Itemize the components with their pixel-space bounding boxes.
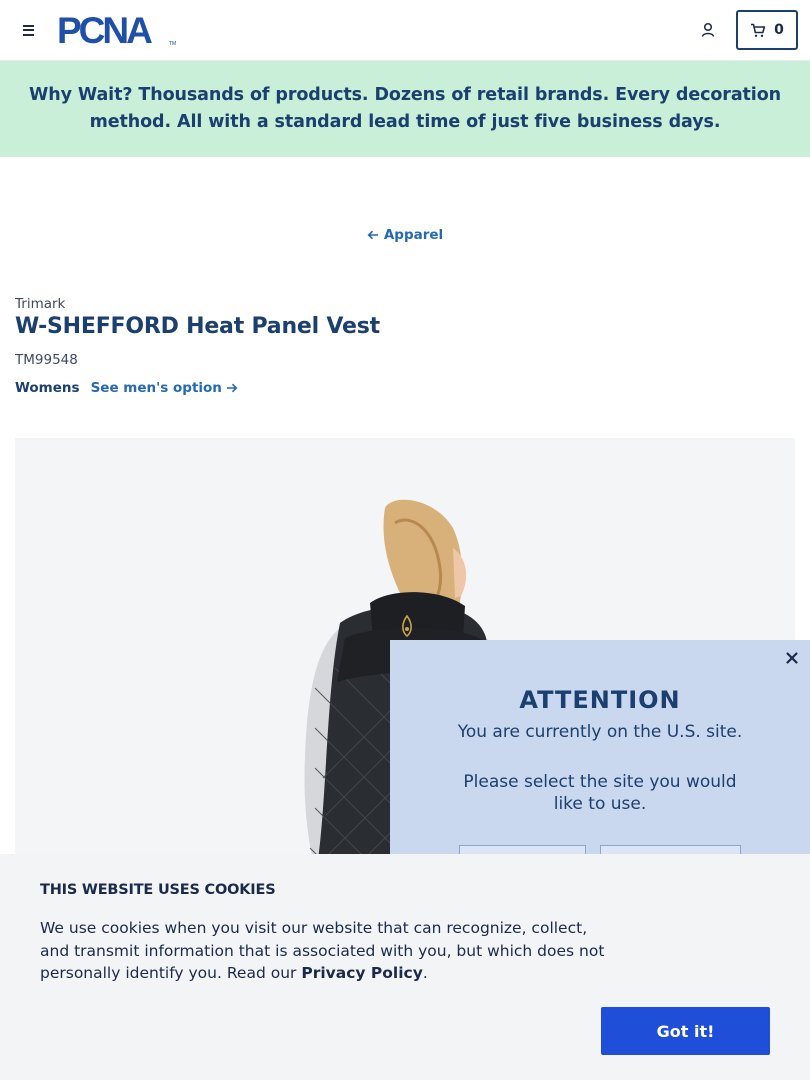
product-title: W-SHEFFORD Heat Panel Vest: [15, 314, 380, 339]
popup-title: ATTENTION: [519, 686, 681, 714]
product-sku: TM99548: [15, 352, 78, 368]
promo-banner: Why Wait? Thousands of products. Dozens …: [0, 61, 810, 157]
popup-current-site: You are currently on the U.S. site.: [457, 722, 743, 742]
breadcrumb-apparel-link[interactable]: Apparel: [367, 227, 443, 243]
cart-button[interactable]: 0: [736, 10, 798, 50]
arrow-right-icon: [226, 383, 238, 393]
promo-text: Why Wait? Thousands of products. Dozens …: [14, 82, 796, 136]
cookie-end: .: [422, 964, 428, 982]
hamburger-menu-icon[interactable]: [18, 20, 40, 40]
arrow-left-icon: [367, 230, 378, 240]
svg-text:PCNA: PCNA: [57, 12, 152, 48]
product-brand: Trimark: [15, 296, 66, 312]
cookie-heading: THIS WEBSITE USES COOKIES: [40, 882, 276, 898]
got-it-button[interactable]: Got it!: [601, 1007, 770, 1055]
svg-text:TM: TM: [169, 41, 176, 47]
breadcrumb: Apparel: [0, 225, 810, 244]
mens-option-label: See men's option: [90, 380, 222, 396]
cookie-banner: THIS WEBSITE USES COOKIES We use cookies…: [0, 854, 810, 1080]
gender-row: Womens See men's option: [15, 380, 238, 396]
account-icon[interactable]: [698, 20, 718, 40]
cart-icon: [751, 23, 766, 37]
pcna-logo[interactable]: PCNA TM: [57, 12, 177, 48]
privacy-policy-link[interactable]: Privacy Policy: [301, 964, 423, 982]
popup-instructions: Please select the site you would like to…: [463, 772, 737, 814]
cart-count: 0: [774, 22, 784, 38]
gender-label: Womens: [15, 380, 80, 396]
site-header: PCNA TM 0: [0, 0, 810, 61]
mens-option-link[interactable]: See men's option: [91, 380, 238, 396]
promo-body: Thousands of products. Dozens of retail …: [89, 85, 781, 132]
promo-lead: Why Wait?: [29, 85, 133, 105]
cookie-text: We use cookies when you visit our websit…: [40, 917, 620, 985]
breadcrumb-label: Apparel: [383, 227, 444, 243]
close-icon[interactable]: [784, 650, 800, 666]
